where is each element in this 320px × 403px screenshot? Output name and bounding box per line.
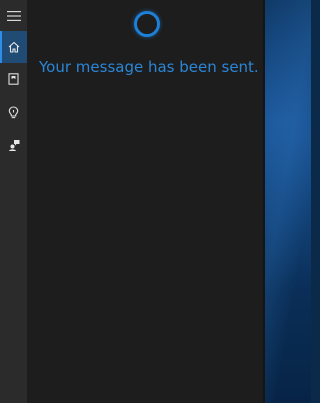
nav-home-button[interactable] (0, 31, 27, 63)
hamburger-menu-button[interactable] (0, 0, 27, 32)
feedback-icon (8, 140, 19, 151)
cortana-panel: Your message has been sent. (27, 0, 265, 403)
cortana-window: Your message has been sent. (0, 0, 311, 403)
notebook-icon (8, 73, 19, 85)
confirmation-message: Your message has been sent. (39, 58, 259, 76)
nav-feedback-button[interactable] (0, 129, 27, 161)
nav-rail (0, 0, 27, 403)
home-icon (8, 41, 19, 53)
hamburger-menu-icon (6, 11, 21, 21)
wallpaper-light-streak (262, 0, 311, 403)
panel-edge-divider (263, 0, 265, 403)
cortana-ring-icon[interactable] (134, 11, 160, 37)
desktop-wallpaper (262, 0, 311, 403)
lightbulb-icon (8, 105, 19, 118)
nav-insights-button[interactable] (0, 96, 27, 128)
nav-notebook-button[interactable] (0, 63, 27, 95)
